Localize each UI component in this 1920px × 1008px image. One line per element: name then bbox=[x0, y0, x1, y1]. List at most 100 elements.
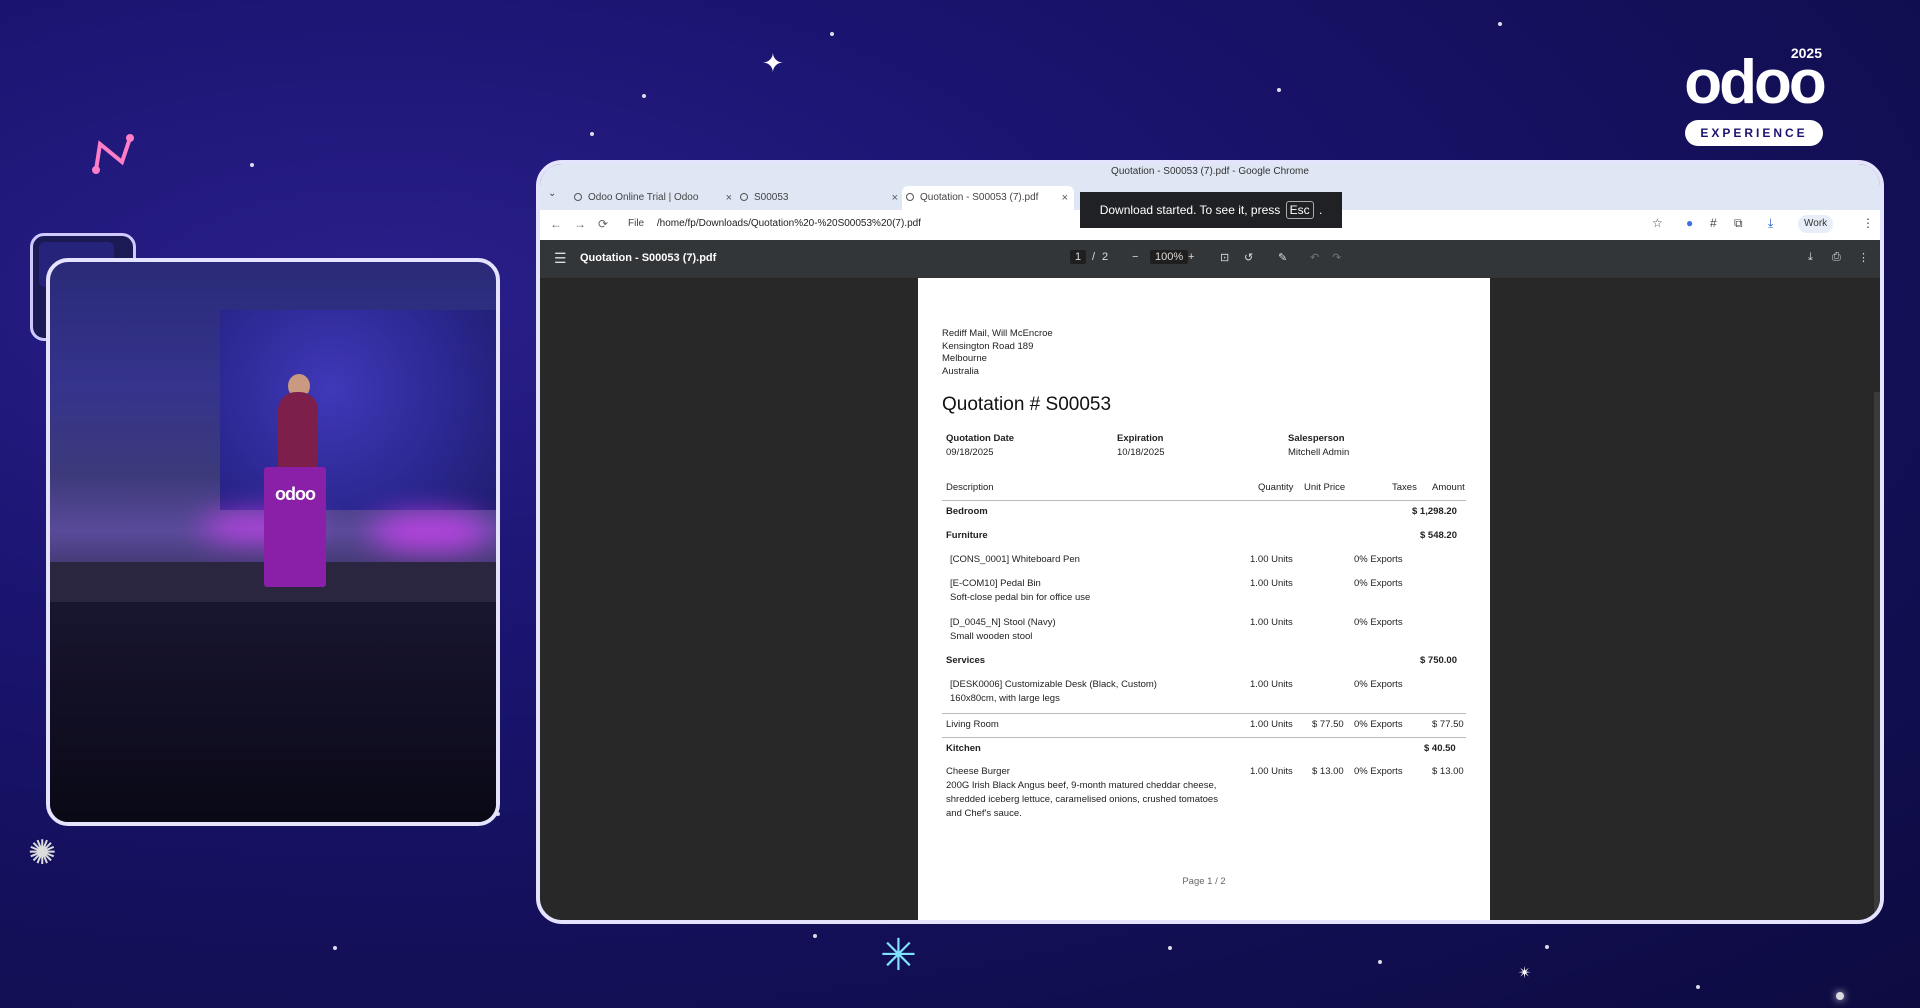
row-quantity: 1.00 Units bbox=[1250, 679, 1293, 690]
sparkle-icon: ✦ bbox=[762, 48, 784, 78]
star bbox=[1277, 88, 1281, 92]
star bbox=[1168, 946, 1172, 950]
download-icon[interactable]: ⤓ bbox=[1768, 216, 1773, 231]
chrome-menu-icon[interactable]: ⋮ bbox=[1862, 216, 1874, 230]
row-quantity: 1.00 Units bbox=[1250, 766, 1293, 777]
row-unit-price: $ 77.50 bbox=[1312, 719, 1344, 730]
pdf-viewport[interactable]: Rediff Mail, Will McEncroe Kensington Ro… bbox=[540, 278, 1880, 920]
redo-icon[interactable]: ↷ bbox=[1332, 251, 1341, 264]
download-toast: Download started. To see it, press Esc . bbox=[1080, 192, 1342, 228]
tab-label: S00053 bbox=[754, 192, 789, 203]
meta-value: Mitchell Admin bbox=[1288, 447, 1350, 458]
star bbox=[830, 32, 834, 36]
tab-odoo-trial[interactable]: Odoo Online Trial | Odoo × bbox=[570, 186, 738, 210]
extension-dot-icon[interactable]: ● bbox=[1686, 216, 1693, 230]
sparkle-icon: ✳ bbox=[880, 931, 917, 980]
rotate-icon[interactable]: ↺ bbox=[1244, 251, 1253, 264]
tab-search-icon[interactable]: ⌄ bbox=[548, 188, 556, 199]
stage-backdrop bbox=[220, 310, 496, 510]
row-description: Kitchen bbox=[946, 743, 981, 754]
star bbox=[813, 934, 817, 938]
pdf-menu-icon[interactable]: ☰ bbox=[554, 250, 567, 267]
close-tab-icon[interactable]: × bbox=[892, 186, 898, 210]
star bbox=[1498, 22, 1502, 26]
meta-value: 09/18/2025 bbox=[946, 447, 994, 458]
page-number-input[interactable]: 1 bbox=[1070, 250, 1087, 264]
pdf-more-icon[interactable]: ⋮ bbox=[1858, 251, 1869, 264]
row-taxes: 0% Exports bbox=[1354, 554, 1403, 565]
undo-icon[interactable]: ↶ bbox=[1310, 251, 1319, 264]
node-graph-icon bbox=[92, 134, 134, 174]
row-unit-price: $ 13.00 bbox=[1312, 766, 1344, 777]
extensions-puzzle-icon[interactable]: ⧉ bbox=[1734, 216, 1743, 231]
row-description: Bedroom bbox=[946, 506, 988, 517]
row-description: [E-COM10] Pedal Bin bbox=[950, 578, 1041, 589]
event-stream-background: { "brand": {"logo": "odoo", "year": "202… bbox=[0, 0, 1920, 1008]
star bbox=[590, 132, 594, 136]
row-taxes: 0% Exports bbox=[1354, 719, 1403, 730]
hash-extension-icon[interactable]: # bbox=[1710, 216, 1717, 230]
fit-page-icon[interactable]: ⊡ bbox=[1220, 251, 1229, 264]
globe-icon bbox=[906, 193, 914, 201]
zoom-input[interactable]: 100% bbox=[1150, 250, 1189, 264]
row-description: [CONS_0001] Whiteboard Pen bbox=[950, 554, 1080, 565]
zoom-in-button[interactable]: + bbox=[1188, 251, 1194, 263]
star bbox=[642, 94, 646, 98]
zoom-out-button[interactable]: − bbox=[1132, 251, 1138, 263]
file-info-icon: File bbox=[628, 218, 645, 229]
pdf-toolbar: ☰ Quotation - S00053 (7).pdf 1 / 2 − 100… bbox=[540, 240, 1880, 278]
tab-label: Quotation - S00053 (7).pdf bbox=[920, 192, 1039, 203]
profile-button[interactable]: Work bbox=[1798, 215, 1834, 233]
address-bar[interactable]: File /home/fp/Downloads/Quotation%20-%20… bbox=[628, 218, 921, 229]
sparkle-icon: ✴ bbox=[1518, 965, 1532, 982]
row-description: Living Room bbox=[946, 719, 999, 730]
forward-icon[interactable]: → bbox=[574, 217, 586, 231]
pdf-scrollbar[interactable] bbox=[1874, 392, 1880, 920]
table-header: Description Quantity Unit Price Taxes Am… bbox=[942, 482, 1466, 501]
bookmark-star-icon[interactable]: ☆ bbox=[1652, 216, 1663, 230]
close-tab-icon[interactable]: × bbox=[726, 186, 732, 210]
annotate-icon[interactable]: ✎ bbox=[1278, 251, 1287, 264]
tab-quotation-pdf[interactable]: Quotation - S00053 (7).pdf × bbox=[902, 186, 1074, 210]
row-taxes: 0% Exports bbox=[1354, 679, 1403, 690]
back-icon[interactable]: ← bbox=[550, 217, 562, 231]
row-amount: $ 13.00 bbox=[1432, 766, 1464, 777]
row-note: and Chef's sauce. bbox=[946, 808, 1022, 819]
speaker-video-frame: odoo bbox=[46, 258, 500, 826]
star bbox=[1696, 985, 1700, 989]
row-amount: $ 77.50 bbox=[1432, 719, 1464, 730]
logo-tagline: EXPERIENCE bbox=[1685, 120, 1823, 146]
reload-icon[interactable]: ⟳ bbox=[598, 217, 608, 231]
tab-label: Odoo Online Trial | Odoo bbox=[588, 192, 699, 203]
customer-address: Rediff Mail, Will McEncroe Kensington Ro… bbox=[942, 328, 1053, 378]
star bbox=[333, 946, 337, 950]
row-quantity: 1.00 Units bbox=[1250, 578, 1293, 589]
page-separator: / bbox=[1092, 251, 1096, 263]
row-description: Services bbox=[946, 655, 986, 666]
audience bbox=[50, 602, 496, 822]
close-tab-icon[interactable]: × bbox=[1062, 186, 1068, 210]
browser-window: Quotation - S00053 (7).pdf - Google Chro… bbox=[536, 160, 1884, 924]
row-description: Cheese Burger bbox=[946, 766, 1010, 777]
column-header: Description bbox=[946, 482, 994, 493]
globe-icon bbox=[740, 193, 748, 201]
meta-value: 10/18/2025 bbox=[1117, 447, 1165, 458]
pdf-file-name: Quotation - S00053 (7).pdf bbox=[580, 252, 717, 264]
tab-s00053[interactable]: S00053 × bbox=[736, 186, 904, 210]
globe-icon bbox=[574, 193, 582, 201]
row-description: [D_0045_N] Stool (Navy) bbox=[950, 617, 1056, 628]
row-quantity: 1.00 Units bbox=[1250, 554, 1293, 565]
window-title: Quotation - S00053 (7).pdf - Google Chro… bbox=[540, 164, 1880, 184]
print-icon[interactable]: ⎙ bbox=[1832, 251, 1841, 264]
meta-quotation-date: Quotation Date 09/18/2025 bbox=[946, 432, 1014, 460]
logo-year: 2025 bbox=[1790, 45, 1822, 61]
row-amount: $ 548.20 bbox=[1420, 530, 1457, 541]
pdf-download-icon[interactable]: ⤓ bbox=[1808, 251, 1813, 264]
row-quantity: 1.00 Units bbox=[1250, 719, 1293, 730]
address-line: Rediff Mail, Will McEncroe bbox=[942, 328, 1053, 339]
meta-salesperson: Salesperson Mitchell Admin bbox=[1288, 432, 1349, 460]
row-note: shredded iceberg lettuce, caramelised on… bbox=[946, 794, 1218, 805]
row-note: Soft-close pedal bin for office use bbox=[950, 592, 1091, 603]
address-line: Melbourne bbox=[942, 353, 987, 364]
address-line: Australia bbox=[942, 365, 979, 377]
